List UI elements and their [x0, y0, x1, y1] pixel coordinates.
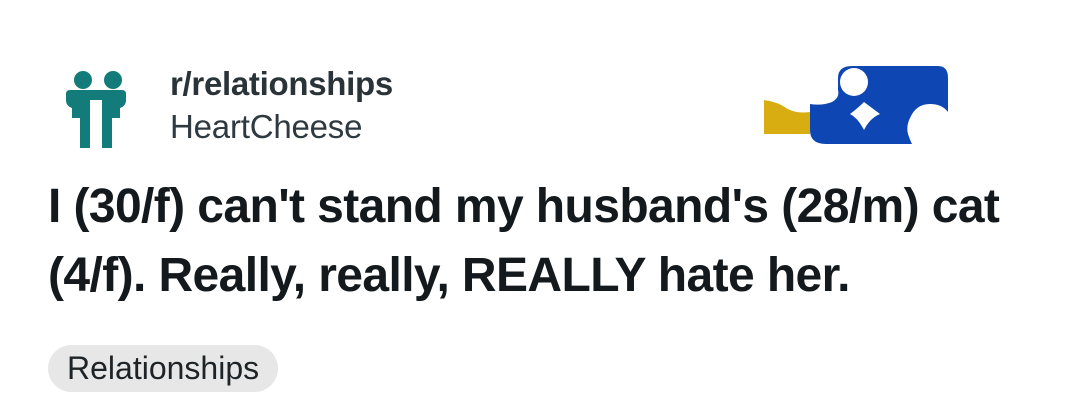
community-avatar[interactable] — [60, 64, 132, 152]
blue-cloud-shape — [810, 66, 948, 144]
gold-fish-shape — [764, 100, 810, 134]
post-meta: r/relationships HeartCheese — [170, 64, 393, 150]
two-people-icon — [66, 71, 126, 148]
author-username[interactable]: HeartCheese — [170, 104, 393, 150]
post-title[interactable]: I (30/f) can't stand my husband's (28/m)… — [48, 172, 1058, 310]
subreddit-link[interactable]: r/relationships — [170, 64, 393, 104]
post-card[interactable]: r/relationships HeartCheese I (30/f) can… — [0, 0, 1079, 409]
post-flair[interactable]: Relationships — [48, 345, 279, 392]
decorative-graphic — [764, 66, 948, 144]
